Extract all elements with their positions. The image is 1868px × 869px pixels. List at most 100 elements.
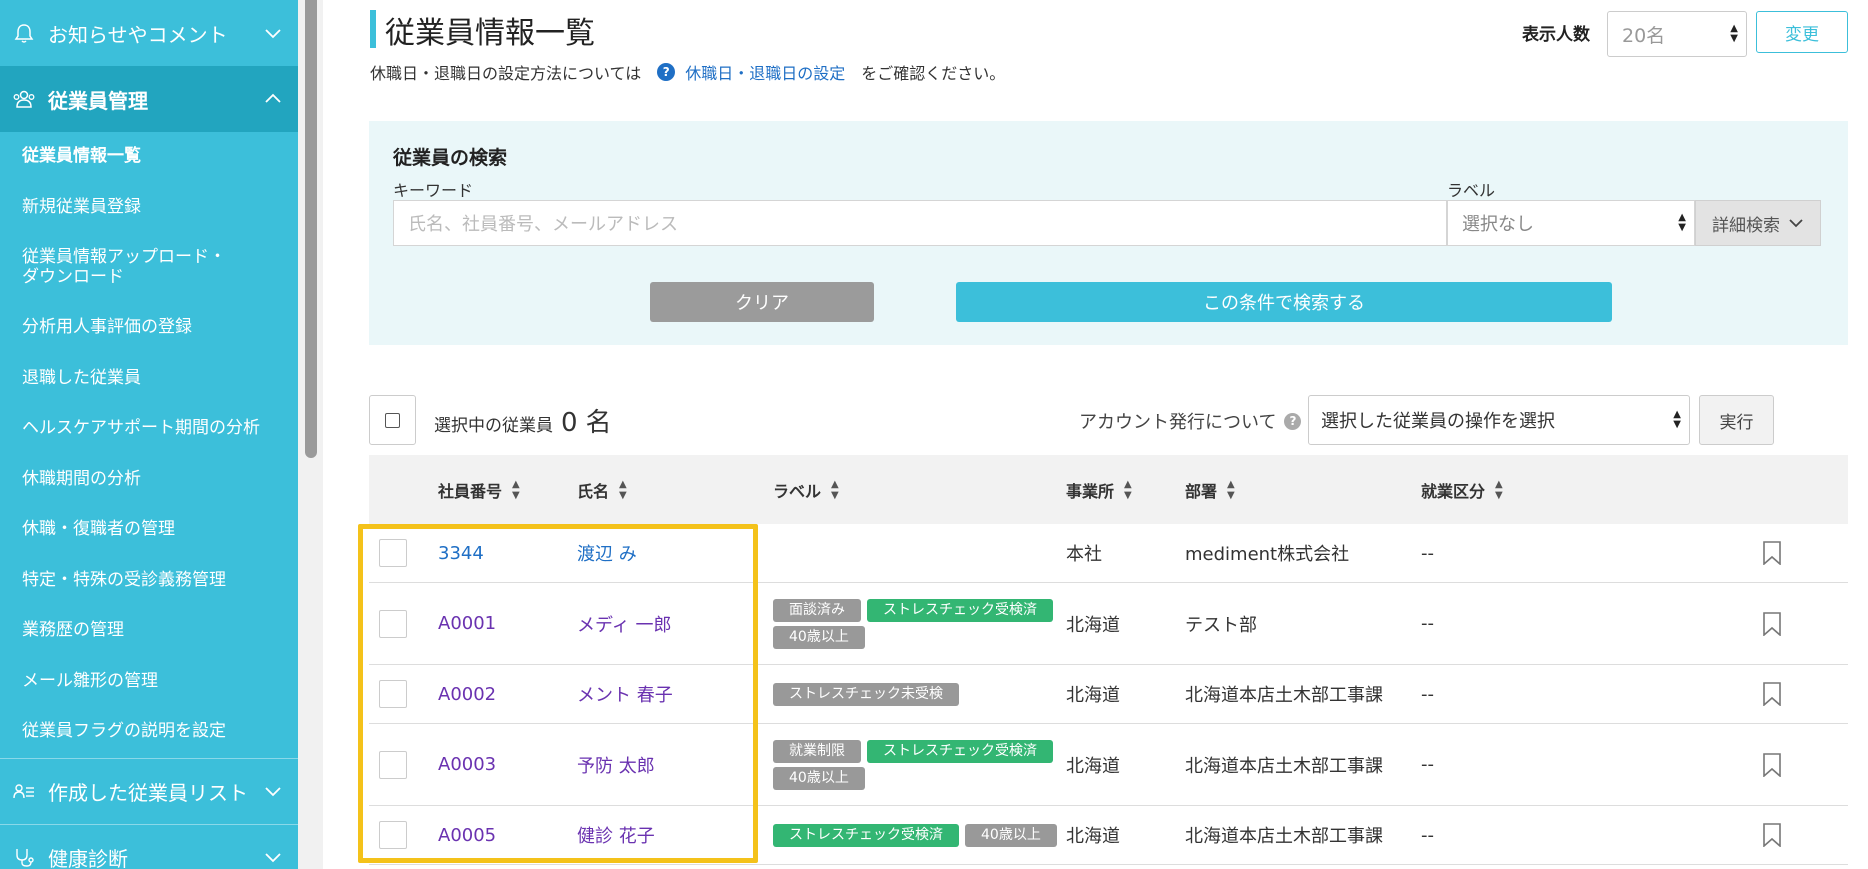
employee-id-link[interactable]: A0001	[438, 583, 496, 664]
row-checkbox-cell	[379, 583, 407, 664]
employee-name-link[interactable]: メント 春子	[577, 665, 673, 723]
detail-search-button[interactable]: 詳細検索	[1695, 200, 1821, 246]
chevron-down-icon	[265, 853, 281, 863]
updown-arrows-icon: ▲ ▼	[1730, 23, 1738, 44]
sidebar: お知らせやコメント 従業員管理 従業員情報一覧 新規従業員登録 従業員情報アップ…	[0, 0, 298, 869]
employee-id-link[interactable]: 3344	[438, 524, 484, 582]
change-button[interactable]: 変更	[1756, 11, 1848, 53]
label-tags: ストレスチェック未受検	[773, 682, 1113, 706]
column-label: 事業所	[1066, 481, 1115, 501]
sidebar-item-flag-description[interactable]: 従業員フラグの説明を設定	[0, 707, 298, 758]
bookmark-button[interactable]	[1762, 724, 1782, 805]
sidebar-scrollbar-thumb[interactable]	[305, 0, 317, 458]
row-checkbox[interactable]	[379, 680, 407, 708]
label-tag: 40歳以上	[773, 766, 865, 790]
office-cell: 北海道	[1066, 685, 1120, 706]
sidebar-item-leave-management[interactable]: 休職・復職者の管理	[0, 505, 298, 556]
sidebar-item-new-employee[interactable]: 新規従業員登録	[0, 183, 298, 234]
label-filter-select[interactable]: 選択なし ▲ ▼	[1447, 200, 1695, 246]
label-tag: ストレスチェック受検済	[867, 739, 1053, 763]
employee-id-link[interactable]: A0005	[438, 806, 496, 864]
sidebar-section-notices[interactable]: お知らせやコメント	[0, 0, 298, 66]
sidebar-item-healthcare-analysis[interactable]: ヘルスケアサポート期間の分析	[0, 404, 298, 455]
column-header-id[interactable]: 社員番号 ▲ ▼	[438, 455, 520, 524]
column-header-label[interactable]: ラベル ▲ ▼	[773, 455, 839, 524]
sidebar-item-employee-list[interactable]: 従業員情報一覧	[0, 132, 298, 183]
clear-button[interactable]: クリア	[650, 282, 874, 322]
row-checkbox-cell	[379, 806, 407, 864]
sort-icon[interactable]: ▲ ▼	[831, 479, 839, 501]
sidebar-item-label: 休職・復職者の管理	[22, 519, 175, 540]
sidebar-item-mail-templates[interactable]: メール雛形の管理	[0, 657, 298, 708]
row-checkbox-cell	[379, 665, 407, 723]
sidebar-item-label: 従業員情報アップロード・ダウンロード	[22, 247, 226, 287]
main-content: 従業員情報一覧 休職日・退職日の設定方法については ? 休職日・退職日の設定 を…	[323, 0, 1868, 869]
leave-date-settings-link[interactable]: 休職日・退職日の設定	[685, 60, 845, 84]
people-icon	[12, 87, 36, 111]
column-header-name[interactable]: 氏名 ▲ ▼	[577, 455, 627, 524]
employee-id-link[interactable]: A0003	[438, 724, 496, 805]
checkbox	[385, 412, 400, 428]
employee-id-link[interactable]: A0002	[438, 665, 496, 723]
sidebar-item-label: 業務歴の管理	[22, 620, 124, 641]
sort-icon[interactable]: ▲ ▼	[1495, 479, 1503, 501]
employee-name-link[interactable]: 渡辺 み	[577, 524, 637, 582]
sort-icon[interactable]: ▲ ▼	[1227, 479, 1235, 501]
keyword-input[interactable]: 氏名、社員番号、メールアドレス	[393, 200, 1447, 246]
sidebar-item-leave-analysis[interactable]: 休職期間の分析	[0, 455, 298, 506]
sidebar-section-employee-management[interactable]: 従業員管理	[0, 66, 298, 132]
sort-icon[interactable]: ▲ ▼	[1124, 479, 1132, 501]
label-tags: ストレスチェック受検済 40歳以上	[773, 823, 1113, 847]
bookmark-icon	[1763, 541, 1781, 565]
sidebar-item-special-exam[interactable]: 特定・特殊の受診義務管理	[0, 556, 298, 607]
employee-name-link[interactable]: メディ 一郎	[577, 583, 671, 664]
account-issue-info[interactable]: アカウント発行について ?	[1079, 408, 1302, 434]
label-tag: 面談済み	[773, 598, 861, 622]
labels-cell: 就業制限 ストレスチェック受検済 40歳以上	[773, 724, 1113, 805]
notice-text: 休職日・退職日の設定方法については	[370, 64, 642, 83]
sidebar-item-label: 分析用人事評価の登録	[22, 317, 192, 338]
selected-count: 選択中の従業員 0 名	[434, 402, 612, 439]
sidebar-item-upload-download[interactable]: 従業員情報アップロード・ダウンロード	[0, 233, 298, 303]
execute-button[interactable]: 実行	[1699, 395, 1774, 445]
bookmark-button[interactable]	[1762, 583, 1782, 664]
bookmark-button[interactable]	[1762, 524, 1782, 582]
sidebar-item-label: 従業員フラグの説明を設定	[22, 721, 226, 742]
sidebar-item-work-history[interactable]: 業務歴の管理	[0, 606, 298, 657]
label-tag: 就業制限	[773, 739, 861, 763]
display-count-select[interactable]: 20名 ▲ ▼	[1607, 11, 1747, 57]
bookmark-button[interactable]	[1762, 806, 1782, 864]
column-header-work-type[interactable]: 就業区分 ▲ ▼	[1421, 455, 1503, 524]
bookmark-button[interactable]	[1762, 665, 1782, 723]
row-checkbox[interactable]	[379, 750, 407, 779]
search-button[interactable]: この条件で検索する	[956, 282, 1612, 322]
bookmark-icon	[1763, 823, 1781, 847]
sidebar-subitems: 従業員情報一覧 新規従業員登録 従業員情報アップロード・ダウンロード 分析用人事…	[0, 132, 298, 758]
column-header-office[interactable]: 事業所 ▲ ▼	[1066, 455, 1132, 524]
help-icon[interactable]: ?	[1284, 412, 1302, 430]
select-all-checkbox[interactable]	[369, 395, 416, 445]
label-tag: 40歳以上	[965, 823, 1057, 847]
sort-icon[interactable]: ▲ ▼	[512, 479, 520, 501]
selected-label: 選択中の従業員	[434, 416, 553, 436]
chevron-up-icon	[265, 93, 281, 103]
row-checkbox[interactable]	[379, 539, 407, 567]
operation-select[interactable]: 選択した従業員の操作を選択 ▲ ▼	[1308, 395, 1690, 445]
labels-cell: 面談済み ストレスチェック受検済 40歳以上	[773, 583, 1113, 664]
search-title: 従業員の検索	[393, 147, 508, 169]
row-checkbox[interactable]	[379, 609, 407, 638]
search-panel: 従業員の検索 キーワード ラベル 氏名、社員番号、メールアドレス 選択なし ▲ ▼…	[369, 121, 1848, 345]
employee-name-link[interactable]: 健診 花子	[577, 806, 655, 864]
sort-icon[interactable]: ▲ ▼	[619, 479, 627, 501]
labels-cell: ストレスチェック受検済 40歳以上	[773, 806, 1113, 864]
sidebar-item-hr-evaluation[interactable]: 分析用人事評価の登録	[0, 303, 298, 354]
sidebar-section-label: 健康診断	[48, 846, 128, 869]
department-cell: 北海道本店土木部工事課	[1185, 755, 1383, 777]
sidebar-section-employee-lists[interactable]: 作成した従業員リスト	[0, 757, 298, 824]
sidebar-section-health-check[interactable]: 健康診断	[0, 823, 298, 869]
row-checkbox[interactable]	[379, 821, 407, 849]
column-label: 部署	[1185, 481, 1218, 501]
employee-name-link[interactable]: 予防 太郎	[577, 724, 655, 805]
column-header-department[interactable]: 部署 ▲ ▼	[1185, 455, 1235, 524]
sidebar-item-retired[interactable]: 退職した従業員	[0, 354, 298, 405]
